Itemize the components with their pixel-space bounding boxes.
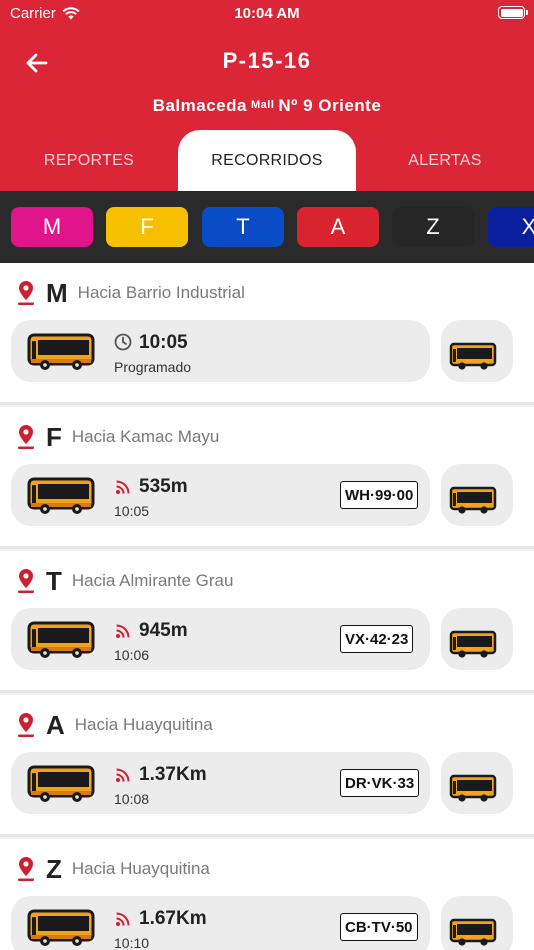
bus-icon: [27, 909, 95, 946]
live-signal-icon: [116, 624, 130, 638]
route-letter: F: [46, 421, 62, 452]
bus-icon: [27, 765, 95, 802]
tab-alertas[interactable]: ALERTAS: [356, 130, 534, 191]
route-header: T Hacia Almirante Grau: [16, 565, 233, 597]
bus-distance: 1.67Km: [139, 908, 207, 929]
route-letter: A: [46, 709, 65, 740]
route-section-m: M Hacia Barrio Industrial 10:05 Programa…: [0, 263, 534, 405]
arrival-time: 10:06: [114, 647, 150, 663]
arrival-status: Programado: [114, 359, 192, 375]
arrival-time: 10:05: [114, 503, 150, 519]
header: Carrier 10:04 AM P-15-16 Balmaceda Mall Nº…: [0, 0, 534, 191]
route-destination: Hacia Huayquitina: [74, 715, 213, 734]
live-signal-icon: [116, 768, 130, 782]
bus-locate-button[interactable]: [441, 464, 513, 526]
route-header: M Hacia Barrio Industrial: [16, 277, 245, 309]
arrival-card[interactable]: 10:05 Programado: [11, 320, 430, 382]
line-chip-m[interactable]: M: [11, 207, 93, 247]
license-plate: DR·VK·33: [340, 769, 420, 797]
map-pin-icon: [18, 713, 34, 737]
clock-icon: [114, 333, 132, 351]
bus-icon: [449, 918, 497, 946]
status-time: 10:04 AM: [234, 5, 300, 22]
route-letter: T: [46, 565, 62, 596]
arrival-card[interactable]: 945m 10:06 VX·42·23: [11, 608, 430, 670]
route-destination: Hacia Almirante Grau: [71, 571, 234, 590]
arrival-time: 10:05: [139, 332, 188, 353]
arrival-card[interactable]: 535m 10:05 WH·99·00: [11, 464, 430, 526]
bus-locate-button[interactable]: [441, 896, 513, 950]
bus-icon: [449, 630, 497, 658]
tab-reportes[interactable]: REPORTES: [0, 130, 178, 191]
map-pin-icon: [18, 569, 34, 593]
route-section-a: A Hacia Huayquitina 1.37Km 10:08 DR·VK·3…: [0, 695, 534, 837]
bus-locate-button[interactable]: [441, 752, 513, 814]
bus-icon: [27, 333, 95, 370]
bus-distance: 1.37Km: [139, 764, 207, 785]
arrival-time: 10:08: [114, 791, 150, 807]
live-signal-icon: [116, 480, 130, 494]
bus-icon: [449, 486, 497, 514]
route-section-f: F Hacia Kamac Mayu 535m 10:05 WH·99·00: [0, 407, 534, 549]
bus-distance: 535m: [139, 476, 188, 497]
line-chip-x[interactable]: X: [488, 207, 534, 247]
stop-name: Balmaceda Mall Nº 9 Oriente: [0, 96, 534, 116]
line-chip-z[interactable]: Z: [392, 207, 474, 247]
route-letter: Z: [46, 853, 62, 884]
bus-distance: 945m: [139, 620, 188, 641]
stop-name-small: Mall: [250, 99, 275, 111]
line-filter-bar[interactable]: M F T A Z X: [0, 191, 534, 263]
route-letter: M: [46, 277, 68, 308]
stop-name-part2: Nº 9 Oriente: [278, 96, 382, 115]
license-plate: WH·99·00: [340, 481, 419, 509]
bus-icon: [449, 774, 497, 802]
license-plate: VX·42·23: [340, 625, 414, 653]
bus-icon: [449, 342, 497, 370]
bus-icon: [27, 621, 95, 658]
bus-locate-button[interactable]: [441, 608, 513, 670]
arrival-card[interactable]: 1.37Km 10:08 DR·VK·33: [11, 752, 430, 814]
route-header: A Hacia Huayquitina: [16, 709, 213, 741]
arrival-card[interactable]: 1.67Km 10:10 CB·TV·50: [11, 896, 430, 950]
route-destination: Hacia Kamac Mayu: [71, 427, 220, 446]
route-destination: Hacia Barrio Industrial: [77, 283, 245, 302]
tab-recorridos[interactable]: RECORRIDOS: [178, 130, 356, 191]
map-pin-icon: [18, 281, 34, 305]
map-pin-icon: [18, 425, 34, 449]
arrival-time: 10:10: [114, 935, 150, 950]
battery-icon: [498, 6, 528, 19]
line-chip-a[interactable]: A: [297, 207, 379, 247]
license-plate: CB·TV·50: [340, 913, 418, 941]
map-pin-icon: [18, 857, 34, 881]
bus-icon: [27, 477, 95, 514]
live-signal-icon: [116, 912, 130, 926]
stop-name-part1: Balmaceda: [152, 96, 247, 115]
bus-locate-button[interactable]: [441, 320, 513, 382]
status-bar: Carrier 10:04 AM: [0, 0, 534, 28]
stop-code: P-15-16: [222, 48, 312, 73]
line-chip-f[interactable]: F: [106, 207, 188, 247]
line-chip-t[interactable]: T: [202, 207, 284, 247]
route-destination: Hacia Huayquitina: [71, 859, 210, 878]
route-header: Z Hacia Huayquitina: [16, 853, 210, 885]
route-section-z: Z Hacia Huayquitina 1.67Km 10:10 CB·TV·5…: [0, 839, 534, 950]
route-list[interactable]: M Hacia Barrio Industrial 10:05 Programa…: [0, 263, 534, 950]
route-header: F Hacia Kamac Mayu: [16, 421, 219, 453]
route-section-t: T Hacia Almirante Grau 945m 10:06 VX·42·…: [0, 551, 534, 693]
